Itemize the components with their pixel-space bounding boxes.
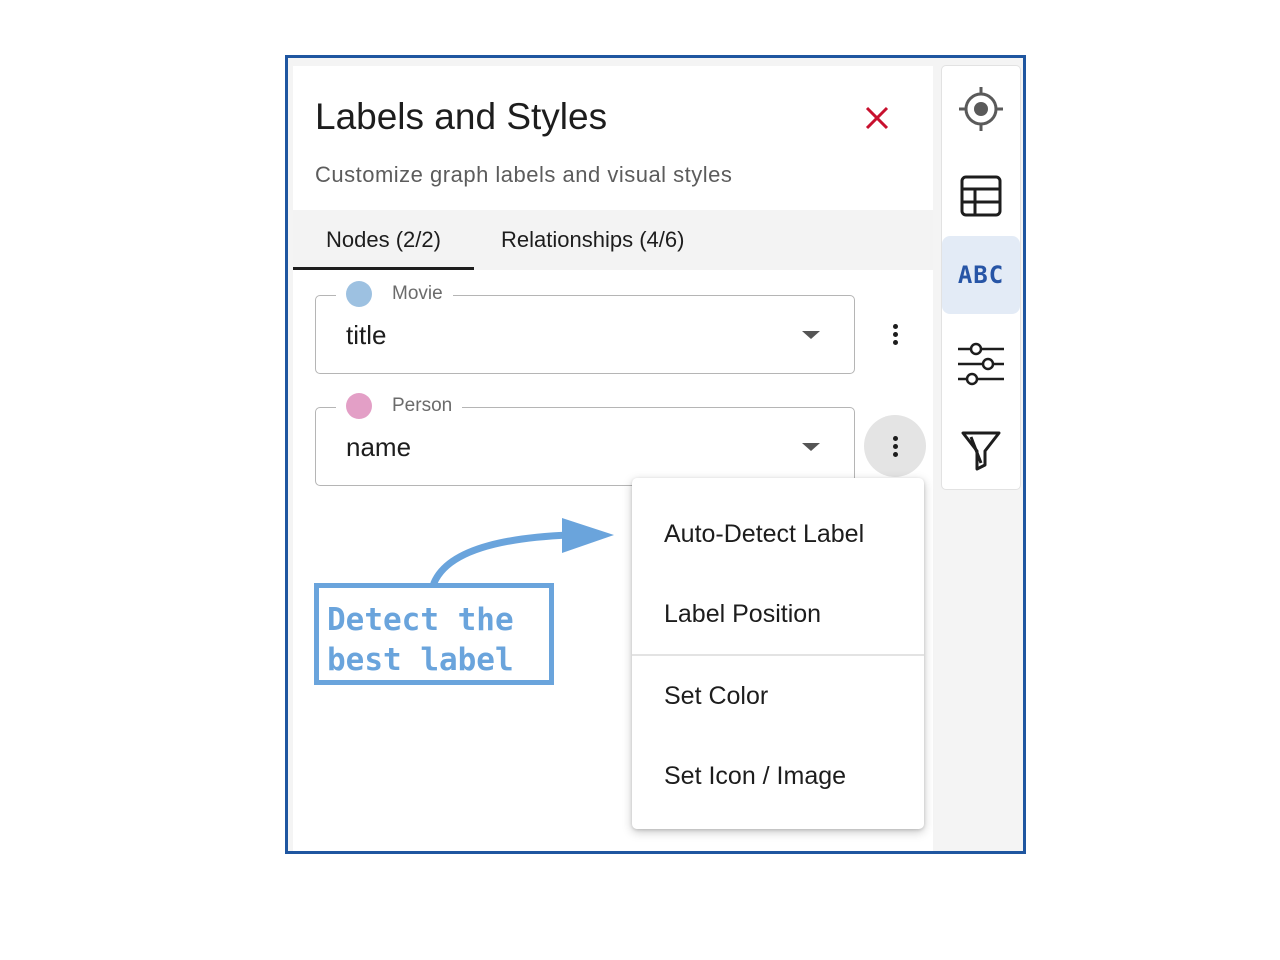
panel-title: Labels and Styles [315,96,608,137]
tab-bar: Nodes (2/2) Relationships (4/6) [293,210,933,270]
person-more-button[interactable] [864,415,926,477]
filter-button[interactable] [942,410,1020,488]
annotation-text: Detect the best label [327,602,514,678]
filter-icon [961,431,1001,471]
movie-legend: Movie [336,280,453,308]
menu-item-set-color[interactable]: Set Color [632,662,924,730]
settings-sliders-button[interactable] [942,325,1020,403]
menu-divider [632,654,924,656]
panel-subtitle: Customize graph labels and visual styles [315,162,733,187]
tab-relationships[interactable]: Relationships (4/6) [501,210,684,270]
annotation-callout: Detect the best label [314,583,554,685]
tab-nodes[interactable]: Nodes (2/2) [293,210,474,270]
target-icon [959,87,1003,131]
menu-item-label-position[interactable]: Label Position [632,580,924,648]
movie-color-dot [346,281,372,307]
person-property-value: name [346,432,412,462]
menu-item-set-icon-image[interactable]: Set Icon / Image [632,742,924,810]
chevron-down-icon [802,331,820,339]
close-icon [865,106,889,130]
table-view-button[interactable] [942,157,1020,235]
close-button[interactable] [859,100,895,136]
movie-property-value: title [346,320,387,350]
right-toolbar: ABC [942,66,1020,489]
movie-label-select[interactable]: Movie title [315,280,855,374]
focus-button[interactable] [942,70,1020,148]
movie-category-label: Movie [392,283,443,304]
annotation-arrow [430,518,614,587]
chevron-down-icon [802,443,820,451]
sliders-icon [958,342,1004,386]
node-options-menu: Auto-Detect Label Label Position Set Col… [632,478,924,829]
person-category-label: Person [392,395,453,416]
abc-icon: ABC [957,261,1005,289]
person-label-select[interactable]: Person name [315,392,855,486]
labels-styles-button[interactable]: ABC [942,236,1020,314]
menu-item-auto-detect-label[interactable]: Auto-Detect Label [632,500,924,568]
table-icon [960,175,1002,217]
person-legend: Person [336,392,463,420]
person-color-dot [346,393,372,419]
movie-more-button[interactable] [864,303,926,365]
